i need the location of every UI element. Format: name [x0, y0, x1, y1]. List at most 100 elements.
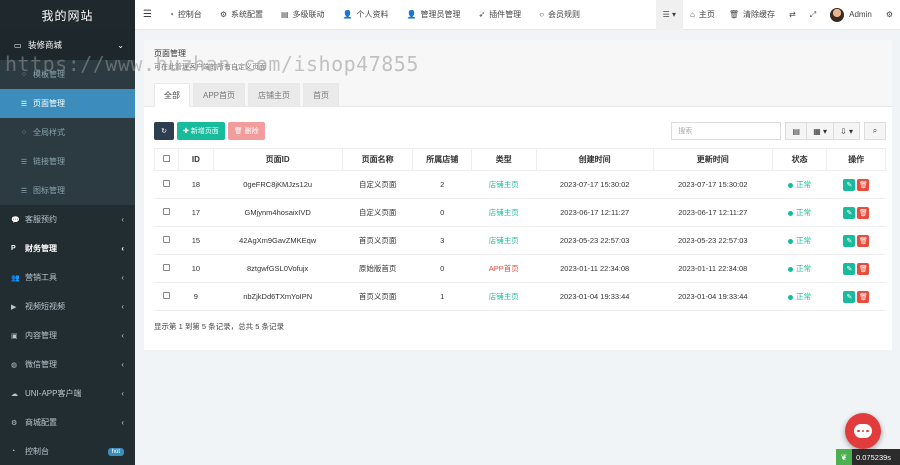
trash-icon: 🗑 [233, 128, 245, 135]
delete-row-button[interactable]: 🗑 [857, 290, 870, 303]
select-all-checkbox[interactable] [163, 155, 171, 162]
translate-icon[interactable]: ⇄ [782, 0, 803, 30]
delete-button[interactable]: 🗑 删除 [227, 122, 265, 140]
user-menu[interactable]: Admin [823, 0, 879, 30]
cell-created: 2023-06-17 12:11:27 [535, 198, 654, 227]
clear-cache-button[interactable]: 🗑 清除缓存 [722, 0, 782, 30]
chevron-down-icon: ⌄ [117, 40, 124, 50]
chat-button[interactable] [845, 413, 881, 449]
cell-status[interactable]: 正常 [771, 226, 827, 255]
sidebar-item-label: 内容管理 [25, 331, 57, 340]
sidebar-item-global-style[interactable]: ○ 全局样式 [0, 118, 135, 147]
cell-type[interactable]: 店铺主页 [471, 198, 537, 227]
rocket-icon: ➶ [478, 10, 486, 19]
nav-member-rules[interactable]: ○ 会员规则 [530, 0, 589, 30]
table-row: 9 nbZjkDd6TXmYoIPN 首页义页面 1 店铺主页 2023-01-… [153, 282, 886, 311]
row-checkbox[interactable] [163, 180, 171, 187]
select-all-cell[interactable] [153, 148, 180, 171]
edit-button[interactable]: ✎ [843, 178, 856, 191]
cell-id: 18 [178, 170, 214, 199]
status-label: 正常 [796, 180, 812, 189]
sidebar-item-uniapp[interactable]: ☁ UNI-APP客户端 ‹ [0, 379, 135, 408]
nav-admin-manage[interactable]: 👤 管理员管理 [398, 0, 470, 30]
edit-button[interactable]: ✎ [843, 262, 856, 275]
sidebar-item-service[interactable]: 💬 客服预约 ‹ [0, 205, 135, 234]
table-row: 18 0geFRC8jKMJzs12u 自定义页面 2 店铺主页 2023-07… [153, 170, 886, 199]
sidebar-item-dashboard[interactable]: ◔ 控制台 hot [0, 437, 135, 465]
col-created[interactable]: 创建时间 [535, 148, 654, 171]
sidebar-item-template[interactable]: ○ 模板管理 [0, 60, 135, 89]
sidebar-item-marketing[interactable]: 👥 营销工具 ‹ [0, 263, 135, 292]
col-updated[interactable]: 更新时间 [652, 148, 773, 171]
leaf-icon: ❦ [836, 449, 852, 465]
edit-button[interactable]: ✎ [843, 234, 856, 247]
col-page-name[interactable]: 页面名称 [341, 148, 414, 171]
edit-button[interactable]: ✎ [843, 290, 856, 303]
col-id[interactable]: ID [178, 148, 214, 171]
cell-status[interactable]: 正常 [771, 254, 827, 283]
home-link[interactable]: ⌂ 主页 [683, 0, 722, 30]
search-input[interactable] [671, 122, 782, 140]
toggle-view-button[interactable]: ▤ [785, 122, 808, 140]
sidebar-item-video[interactable]: ▶ 视频短视频 ‹ [0, 292, 135, 321]
add-page-button[interactable]: ✚ 新增页面 [177, 122, 225, 140]
sidebar-submenu: ○ 模板管理 ☰ 页面管理 ○ 全局样式 ☰ 链接管理 ☰ 图标管理 [0, 60, 135, 205]
columns-button[interactable]: ▦ ▾ [807, 122, 835, 140]
cell-status[interactable]: 正常 [771, 282, 827, 311]
cell-type[interactable]: 店铺主页 [471, 282, 537, 311]
fullscreen-icon[interactable]: ⤢ [803, 0, 823, 30]
export-button[interactable]: ⇩ ▾ [834, 122, 860, 140]
table-row: 15 42AgXm9GavZMKEqw 首页义页面 3 店铺主页 2023-05… [153, 226, 886, 255]
status-label: 正常 [796, 292, 812, 301]
sidebar-item-label: 链接管理 [33, 157, 65, 166]
col-type[interactable]: 类型 [471, 148, 537, 171]
refresh-icon: ↻ [161, 128, 167, 135]
col-shop[interactable]: 所属店铺 [412, 148, 472, 171]
status-dot-icon [788, 294, 794, 300]
nav-linkage[interactable]: ▤ 多级联动 [272, 0, 334, 30]
sidebar-item-content[interactable]: ▣ 内容管理 ‹ [0, 321, 135, 350]
delete-row-button[interactable]: 🗑 [857, 262, 870, 275]
cell-actions: ✎ 🗑 [826, 198, 886, 227]
col-page-id[interactable]: 页面ID [212, 148, 343, 171]
user-icon: 👤 [406, 10, 417, 19]
nav-plugins[interactable]: ➶ 插件管理 [469, 0, 530, 30]
row-checkbox[interactable] [163, 236, 171, 243]
nav-system-config[interactable]: ⚙ 系统配置 [211, 0, 272, 30]
cell-status[interactable]: 正常 [771, 198, 827, 227]
col-actions: 操作 [826, 148, 886, 171]
cell-type[interactable]: 店铺主页 [471, 170, 537, 199]
sidebar-item-shop-config[interactable]: ⚙ 商城配置 ‹ [0, 408, 135, 437]
brand-logo[interactable]: 我的网站 [0, 0, 135, 30]
row-checkbox[interactable] [163, 208, 171, 215]
tab-app-home[interactable]: APP首页 [193, 83, 246, 107]
tab-home[interactable]: 首页 [303, 83, 340, 107]
tab-all[interactable]: 全部 [154, 83, 190, 107]
settings-icon[interactable]: ⚙ [879, 0, 900, 30]
edit-button[interactable]: ✎ [843, 206, 856, 219]
row-checkbox[interactable] [163, 292, 171, 299]
menu-toggle-icon[interactable]: ☰ [135, 0, 160, 30]
debug-timer[interactable]: ❦ 0.075239s [836, 449, 900, 465]
search-button[interactable]: ⌕ [864, 122, 886, 140]
row-checkbox[interactable] [163, 264, 171, 271]
sidebar-item-wechat[interactable]: ◍ 微信管理 ‹ [0, 350, 135, 379]
delete-row-button[interactable]: 🗑 [857, 178, 870, 191]
tab-shop-home[interactable]: 店铺主页 [248, 83, 301, 107]
cell-type[interactable]: 店铺主页 [471, 226, 537, 255]
chevron-left-icon: ‹ [121, 244, 124, 253]
sidebar-item-links[interactable]: ☰ 链接管理 [0, 147, 135, 176]
delete-row-button[interactable]: 🗑 [857, 206, 870, 219]
cell-type[interactable]: APP首页 [471, 254, 537, 283]
sidebar-item-pages[interactable]: ☰ 页面管理 [0, 89, 135, 118]
refresh-button[interactable]: ↻ [154, 122, 174, 140]
cell-status[interactable]: 正常 [771, 170, 827, 199]
sidebar-item-icons[interactable]: ☰ 图标管理 [0, 176, 135, 205]
delete-row-button[interactable]: 🗑 [857, 234, 870, 247]
sidebar-group-shop-decoration[interactable]: ▭ 装修商城 ⌄ [0, 30, 135, 60]
nav-profile[interactable]: 👤 个人资料 [334, 0, 398, 30]
more-menu-button[interactable]: ☰ ▾ [655, 0, 684, 30]
sidebar-item-finance[interactable]: P 财务管理 ‹ [0, 234, 135, 263]
nav-dashboard[interactable]: ◔ 控制台 [160, 0, 211, 30]
col-status[interactable]: 状态 [771, 148, 828, 171]
